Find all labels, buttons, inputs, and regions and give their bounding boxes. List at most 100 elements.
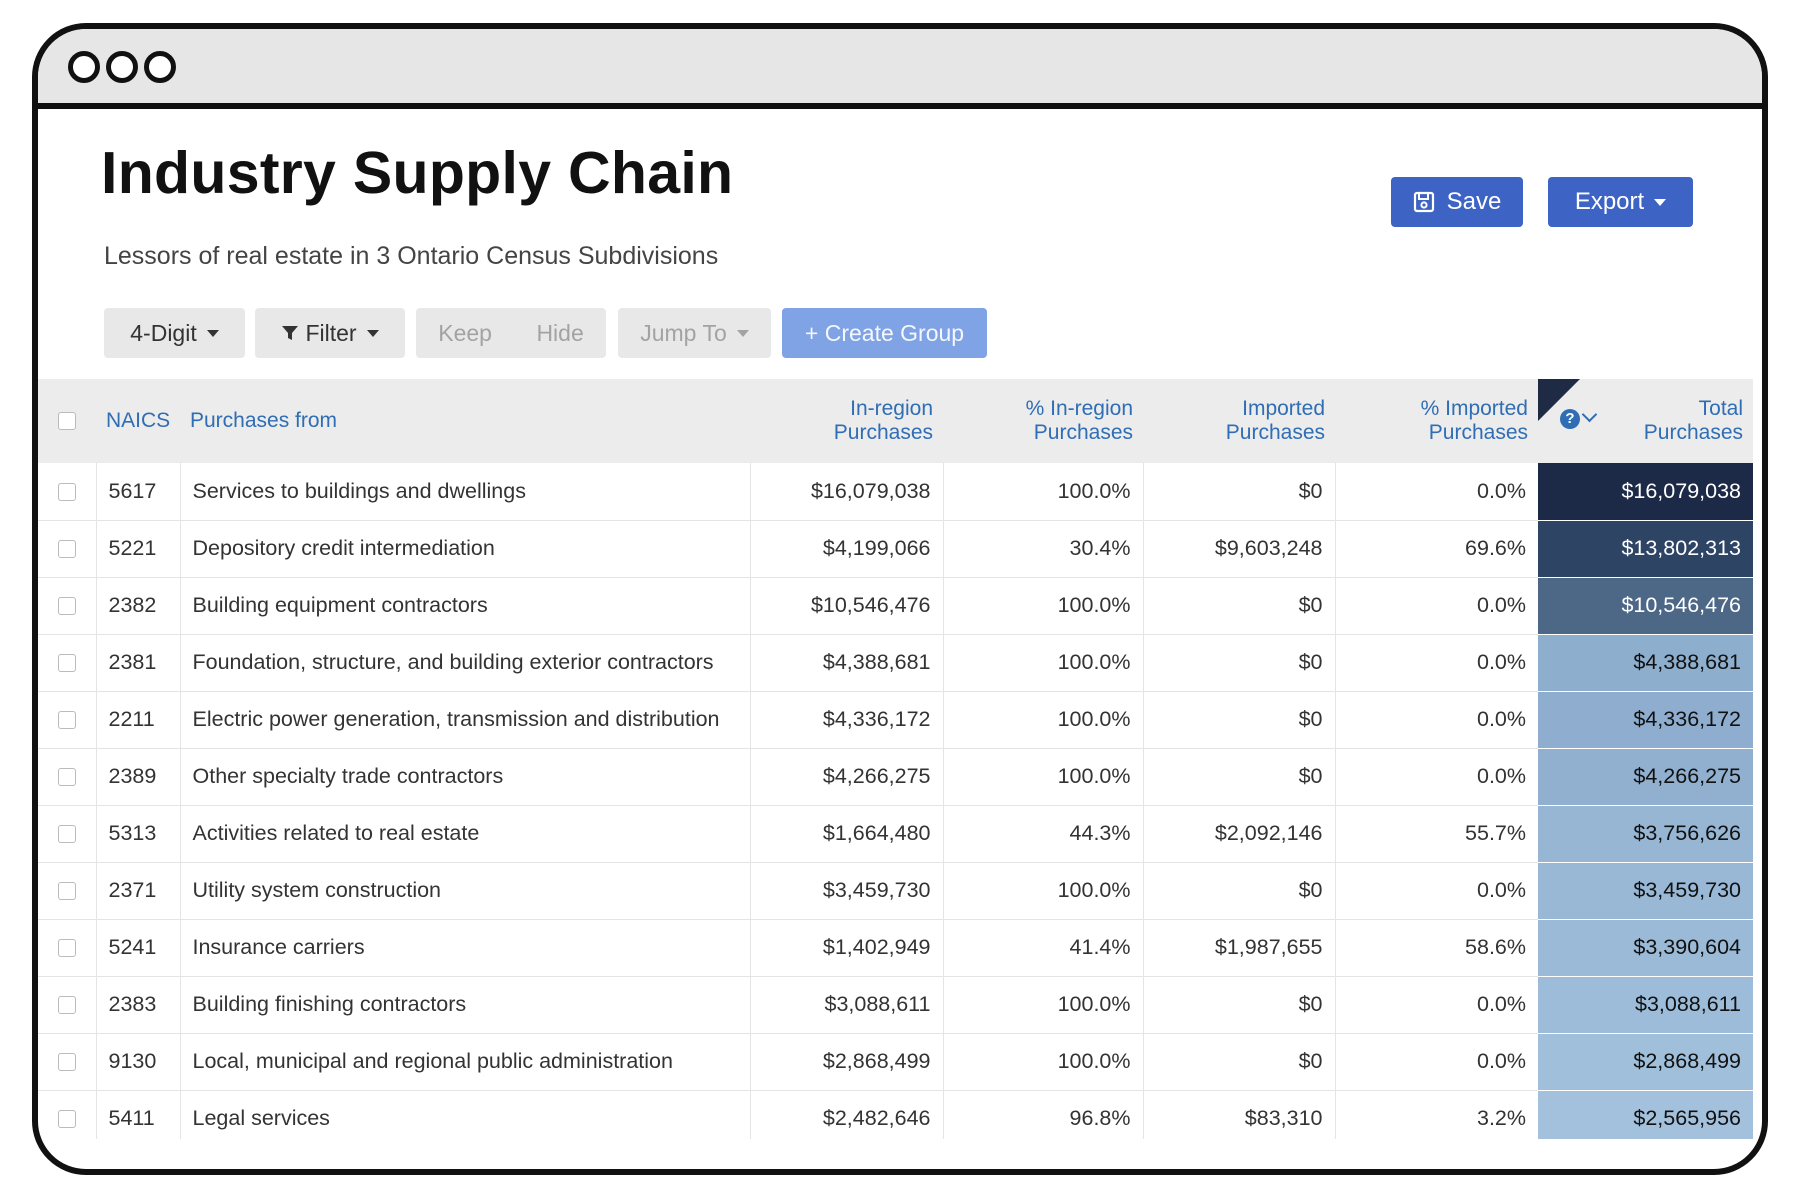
filter-button[interactable]: Filter <box>255 308 405 358</box>
row-checkbox[interactable] <box>57 654 76 673</box>
total-purchases-cell: $2,868,499 <box>1538 1033 1753 1091</box>
imported-cell: $2,092,146 <box>1143 805 1336 863</box>
inregion-cell: $3,459,730 <box>750 862 944 920</box>
inregion-cell: $4,266,275 <box>750 748 944 806</box>
row-checkbox[interactable] <box>57 1110 76 1129</box>
naics-cell: 5617 <box>96 463 181 521</box>
pct-imported-header-line2: Purchases <box>1428 421 1528 444</box>
row-checkbox[interactable] <box>57 540 76 559</box>
table-row[interactable]: 5241 Insurance carriers $1,402,949 41.4% $1,… <box>38 919 1753 977</box>
digit-level-dropdown[interactable]: 4-Digit <box>104 308 245 358</box>
filter-label: Filter <box>305 319 357 346</box>
naics-header[interactable]: NAICS <box>96 379 180 463</box>
naics-cell: 9130 <box>96 1033 181 1091</box>
imported-header-line2: Purchases <box>1225 421 1325 444</box>
inregion-cell: $4,336,172 <box>750 691 944 749</box>
table-row[interactable]: 2381 Foundation, structure, and building … <box>38 634 1753 692</box>
naics-cell: 5241 <box>96 919 181 977</box>
create-group-button[interactable]: + Create Group <box>782 308 987 358</box>
row-checkbox[interactable] <box>57 825 76 844</box>
total-purchases-cell: $3,459,730 <box>1538 862 1753 920</box>
save-button[interactable]: Save <box>1391 177 1523 227</box>
inregion-header[interactable]: In-region Purchases <box>750 379 943 463</box>
pct-inregion-cell: 44.3% <box>943 805 1144 863</box>
pct-imported-cell: 69.6% <box>1335 520 1538 578</box>
row-checkbox[interactable] <box>57 939 76 958</box>
window-dot-3[interactable] <box>144 51 176 83</box>
table-row[interactable]: 5313 Activities related to real estate $1,… <box>38 805 1753 863</box>
select-all-cell <box>38 379 96 463</box>
hide-button[interactable]: Hide <box>536 320 583 347</box>
window-dot-1[interactable] <box>68 51 100 83</box>
inregion-cell: $4,199,066 <box>750 520 944 578</box>
filter-icon <box>282 326 299 340</box>
naics-cell: 5411 <box>96 1090 181 1139</box>
jump-to-dropdown[interactable]: Jump To <box>618 308 771 358</box>
pct-imported-cell: 0.0% <box>1335 577 1538 635</box>
total-purchases-cell: $3,390,604 <box>1538 919 1753 977</box>
pct-inregion-cell: 100.0% <box>943 1033 1144 1091</box>
purchases-from-cell: Depository credit intermediation <box>180 520 751 578</box>
chevron-down-icon <box>736 329 749 337</box>
help-icon[interactable]: ? <box>1560 409 1580 429</box>
export-button[interactable]: Export <box>1548 177 1693 227</box>
row-checkbox[interactable] <box>57 483 76 502</box>
purchases-from-cell: Electric power generation, transmission … <box>180 691 751 749</box>
pct-imported-header[interactable]: % Imported Purchases <box>1335 379 1538 463</box>
naics-cell: 5221 <box>96 520 181 578</box>
row-checkbox[interactable] <box>57 597 76 616</box>
table-row[interactable]: 2211 Electric power generation, transmiss… <box>38 691 1753 749</box>
inregion-cell: $1,402,949 <box>750 919 944 977</box>
imported-cell: $0 <box>1143 691 1336 749</box>
keep-button[interactable]: Keep <box>438 320 492 347</box>
row-checkbox-cell <box>38 748 97 806</box>
row-checkbox[interactable] <box>57 711 76 730</box>
select-all-checkbox[interactable] <box>58 412 76 431</box>
inregion-cell: $10,546,476 <box>750 577 944 635</box>
row-checkbox[interactable] <box>57 1053 76 1072</box>
table-row[interactable]: 5221 Depository credit intermediation $4,1… <box>38 520 1753 578</box>
purchases-from-header[interactable]: Purchases from <box>180 379 750 463</box>
purchases-from-cell: Building finishing contractors <box>180 976 751 1034</box>
imported-header[interactable]: Imported Purchases <box>1143 379 1335 463</box>
imported-cell: $0 <box>1143 976 1336 1034</box>
total-purchases-cell: $13,802,313 <box>1538 520 1753 578</box>
purchases-from-cell: Utility system construction <box>180 862 751 920</box>
inregion-cell: $2,482,646 <box>750 1090 944 1139</box>
row-checkbox[interactable] <box>57 768 76 787</box>
pct-imported-cell: 0.0% <box>1335 691 1538 749</box>
purchases-from-cell: Foundation, structure, and building exte… <box>180 634 751 692</box>
table-row[interactable]: 2371 Utility system construction $3,459,73… <box>38 862 1753 920</box>
row-checkbox-cell <box>38 634 97 692</box>
imported-header-line1: Imported <box>1242 397 1325 420</box>
row-checkbox-cell <box>38 463 97 521</box>
chevron-down-icon <box>366 329 379 337</box>
row-checkbox[interactable] <box>57 996 76 1015</box>
pct-imported-cell: 0.0% <box>1335 634 1538 692</box>
pct-imported-header-line1: % Imported <box>1420 397 1528 420</box>
table-row[interactable]: 2389 Other specialty trade contractors $4,… <box>38 748 1753 806</box>
row-checkbox-cell <box>38 919 97 977</box>
table-row[interactable]: 2383 Building finishing contractors $3,088… <box>38 976 1753 1034</box>
pct-inregion-header[interactable]: % In-region Purchases <box>943 379 1143 463</box>
total-purchases-cell: $3,088,611 <box>1538 976 1753 1034</box>
naics-cell: 2371 <box>96 862 181 920</box>
inregion-header-line2: Purchases <box>833 421 933 444</box>
pct-imported-cell: 0.0% <box>1335 1033 1538 1091</box>
row-checkbox-cell <box>38 520 97 578</box>
row-checkbox[interactable] <box>57 882 76 901</box>
window-dot-2[interactable] <box>106 51 138 83</box>
naics-cell: 2383 <box>96 976 181 1034</box>
row-checkbox-cell <box>38 805 97 863</box>
table-row[interactable]: 5617 Services to buildings and dwellings $… <box>38 463 1753 521</box>
chevron-down-icon <box>1654 198 1667 206</box>
purchases-from-header-label: Purchases from <box>190 409 338 432</box>
total-purchases-header[interactable]: ? Total Purchases <box>1538 379 1753 463</box>
imported-cell: $0 <box>1143 748 1336 806</box>
row-checkbox-cell <box>38 577 97 635</box>
table-row[interactable]: 9130 Local, municipal and regional public… <box>38 1033 1753 1091</box>
table-row[interactable]: 2382 Building equipment contractors $10,54… <box>38 577 1753 635</box>
pct-imported-cell: 0.0% <box>1335 976 1538 1034</box>
imported-cell: $83,310 <box>1143 1090 1336 1139</box>
table-row[interactable]: 5411 Legal services $2,482,646 96.8% $83,310… <box>38 1090 1753 1139</box>
